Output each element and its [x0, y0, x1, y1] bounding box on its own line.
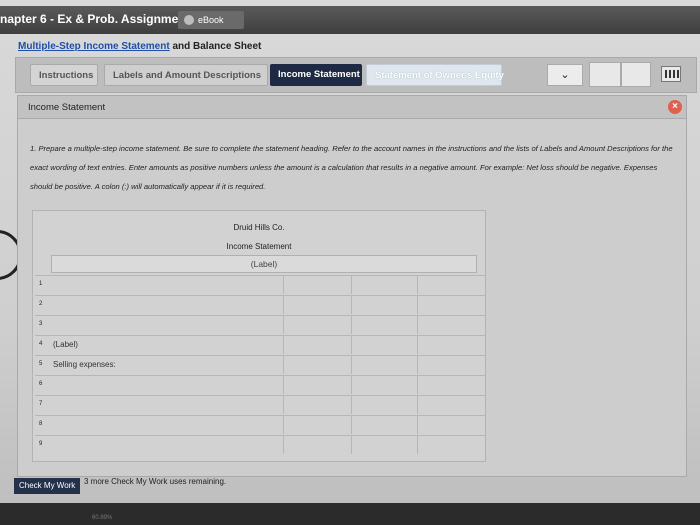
amount-input-col1[interactable] — [283, 416, 352, 434]
tab-instructions[interactable]: Instructions — [30, 64, 98, 86]
ebook-label: eBook — [198, 15, 224, 25]
row-number: 5 — [39, 361, 43, 367]
amount-input-col2[interactable] — [351, 416, 418, 434]
row-number: 2 — [39, 301, 43, 307]
amount-input-col3[interactable] — [417, 336, 484, 354]
problem-title: Multiple-Step Income Statement and Balan… — [18, 41, 261, 52]
row-label-input[interactable] — [53, 416, 283, 434]
amount-input-col1[interactable] — [283, 436, 352, 454]
income-statement-panel: Income Statement × 1. Prepare a multiple… — [17, 95, 687, 477]
assignment-title: napter 6 - Ex & Prob. Assignment — [0, 12, 190, 26]
check-uses-remaining: 3 more Check My Work uses remaining. — [84, 477, 227, 486]
page: napter 6 - Ex & Prob. Assignment eBook M… — [0, 0, 700, 525]
amount-input-col3[interactable] — [417, 396, 484, 414]
bottom-bar: 60.89% — [0, 503, 700, 525]
blank-tab-slot-2 — [621, 62, 651, 87]
row-number: 6 — [39, 381, 43, 387]
statement-period-select[interactable]: (Label) — [51, 255, 477, 273]
tab-dropdown-button[interactable]: ⌄ — [547, 64, 583, 86]
tab-statement-of-owners-equity[interactable]: Statement of Owner's Equity — [366, 64, 504, 86]
amount-input-col1[interactable] — [283, 336, 352, 354]
menu-grid-button[interactable] — [661, 66, 681, 82]
row-label-input[interactable]: (Label) — [53, 336, 283, 354]
ebook-button[interactable]: eBook — [178, 11, 244, 29]
table-row: 9 — [35, 435, 485, 454]
amount-input-col1[interactable] — [283, 356, 352, 374]
close-icon[interactable]: × — [668, 100, 682, 114]
amount-input-col1[interactable] — [283, 396, 352, 414]
amount-input-col3[interactable] — [417, 296, 484, 314]
row-label-input[interactable] — [53, 376, 283, 394]
instructions-text: 1. Prepare a multiple-step income statem… — [30, 144, 673, 191]
row-number: 1 — [39, 281, 43, 287]
row-number: 4 — [39, 341, 43, 347]
amount-input-col2[interactable] — [351, 296, 418, 314]
amount-input-col2[interactable] — [351, 316, 418, 334]
row-number: 9 — [39, 441, 43, 447]
problem-title-rest: and Balance Sheet — [169, 41, 262, 52]
row-label-input[interactable]: Selling expenses: — [53, 356, 283, 374]
zoom-readout: 60.89% — [92, 515, 113, 521]
amount-input-col1[interactable] — [283, 276, 352, 294]
blank-tab-slot-1 — [589, 62, 621, 87]
company-name: Druid Hills Co. — [233, 223, 285, 232]
row-number: 3 — [39, 321, 43, 327]
row-label-input[interactable] — [53, 436, 283, 454]
tab-row: Instructions Labels and Amount Descripti… — [15, 57, 697, 93]
row-label-input[interactable] — [53, 316, 283, 334]
amount-input-col3[interactable] — [417, 436, 484, 454]
tab-labels-and-amount-descriptions[interactable]: Labels and Amount Descriptions — [104, 64, 268, 86]
amount-input-col3[interactable] — [417, 376, 484, 394]
amount-input-col2[interactable] — [351, 276, 418, 294]
amount-input-col3[interactable] — [417, 356, 484, 374]
row-number: 7 — [39, 401, 43, 407]
panel-title: Income Statement — [28, 102, 106, 113]
top-bar: napter 6 - Ex & Prob. Assignment eBook — [0, 6, 700, 34]
statement-name: Income Statement — [226, 242, 292, 251]
amount-input-col3[interactable] — [417, 316, 484, 334]
amount-input-col2[interactable] — [351, 356, 418, 374]
tab-income-statement[interactable]: Income Statement — [270, 64, 362, 86]
table-row: 8 — [35, 415, 485, 434]
amount-input-col2[interactable] — [351, 336, 418, 354]
check-my-work-button[interactable]: Check My Work — [14, 478, 81, 494]
amount-input-col2[interactable] — [351, 396, 418, 414]
table-row: 4 (Label) — [35, 335, 485, 354]
table-row: 6 — [35, 375, 485, 394]
row-label-input[interactable] — [53, 296, 283, 314]
table-row: 5 Selling expenses: — [35, 355, 485, 374]
panel-header: Income Statement × — [18, 96, 686, 119]
ebook-icon — [184, 15, 194, 25]
table-row: 1 — [35, 275, 485, 294]
amount-input-col2[interactable] — [351, 376, 418, 394]
amount-input-col3[interactable] — [417, 276, 484, 294]
row-label-input[interactable] — [53, 276, 283, 294]
row-label-input[interactable] — [53, 396, 283, 414]
problem-title-link[interactable]: Multiple-Step Income Statement — [18, 41, 170, 52]
amount-input-col3[interactable] — [417, 416, 484, 434]
statement-form: Druid Hills Co. Income Statement (Label)… — [32, 210, 486, 462]
amount-input-col1[interactable] — [283, 316, 352, 334]
table-row: 3 — [35, 315, 485, 334]
chevron-down-icon: ⌄ — [560, 69, 570, 81]
amount-input-col1[interactable] — [283, 296, 352, 314]
row-number: 8 — [39, 421, 43, 427]
amount-input-col1[interactable] — [283, 376, 352, 394]
table-row: 7 — [35, 395, 485, 414]
table-row: 2 — [35, 295, 485, 314]
amount-input-col2[interactable] — [351, 436, 418, 454]
